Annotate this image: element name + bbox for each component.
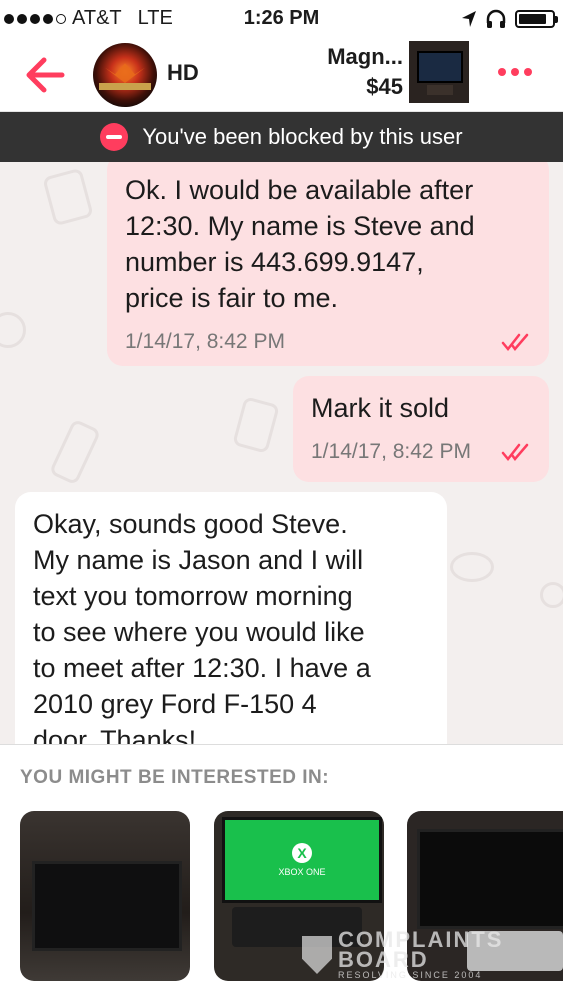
message-timestamp: 1/14/17, 8:42 PM [125, 330, 285, 353]
message-line: text you tomorrow morning [33, 581, 353, 611]
background-doodle [0, 312, 26, 348]
item-photo [417, 829, 563, 929]
item-photo: XBOX ONE [222, 817, 382, 903]
message-line: to meet after 12:30. I have a [33, 653, 371, 683]
chat-thread[interactable]: Ok. I would be available after 12:30. My… [0, 162, 563, 744]
message-line: Mark it sold [311, 393, 450, 423]
blocked-icon [100, 123, 129, 151]
watermark-logo: COMPLAINTS BOARD RESOLVING SINCE 2004 [302, 929, 503, 980]
background-doodle [450, 552, 494, 582]
item-photo [32, 861, 182, 951]
status-bar: AT&T LTE 1:26 PM [0, 0, 563, 38]
background-doodle [42, 167, 94, 227]
message-bubble-incoming[interactable]: Okay, sounds good Steve. My name is Jaso… [15, 492, 447, 744]
suggested-item-card[interactable] [20, 811, 190, 981]
battery-icon [515, 10, 558, 28]
xbox-logo-icon [292, 843, 312, 863]
back-arrow-icon[interactable] [22, 52, 68, 98]
message-line: 2010 grey Ford F-150 4 [33, 689, 317, 719]
message-line: door. Thanks! [33, 725, 197, 744]
message-line: 12:30. My name is Steve and [125, 211, 475, 241]
conversation-header: HD Magn... $45 [0, 38, 563, 112]
location-arrow-icon [462, 11, 476, 27]
xbox-label: XBOX ONE [278, 867, 326, 877]
message-line: number is 443.699.9147, [125, 247, 424, 277]
message-line: My name is Jason and I will [33, 545, 364, 575]
user-avatar[interactable] [93, 43, 157, 107]
blocked-text: You've been blocked by this user [142, 124, 463, 149]
blocked-banner: You've been blocked by this user [0, 112, 563, 162]
message-line: price is fair to me. [125, 283, 339, 313]
suggestions-title: YOU MIGHT BE INTERESTED IN: [20, 767, 330, 788]
item-price: $45 [366, 74, 403, 99]
read-receipt-icon [501, 443, 529, 461]
background-doodle [232, 396, 280, 454]
headphones-icon [486, 9, 506, 28]
item-thumbnail[interactable] [409, 41, 469, 103]
more-options-icon[interactable] [498, 68, 532, 76]
message-timestamp: 1/14/17, 8:42 PM [311, 440, 471, 463]
user-name[interactable]: HD [167, 60, 199, 86]
message-bubble-outgoing[interactable]: Mark it sold 1/14/17, 8:42 PM [293, 376, 549, 482]
background-doodle [540, 582, 563, 608]
message-line: Okay, sounds good Steve. [33, 509, 348, 539]
message-line: to see where you would like [33, 617, 365, 647]
shield-icon [302, 936, 332, 974]
item-title[interactable]: Magn... [327, 44, 403, 70]
message-bubble-outgoing[interactable]: Ok. I would be available after 12:30. My… [107, 162, 549, 366]
watermark-tagline: RESOLVING SINCE 2004 [338, 970, 483, 980]
background-doodle [48, 418, 102, 486]
read-receipt-icon [501, 333, 529, 351]
message-meta: 1/14/17, 8:42 PM [125, 324, 531, 360]
message-line: Ok. I would be available after [125, 175, 474, 205]
status-right [461, 9, 558, 29]
message-meta: 1/14/17, 8:42 PM [311, 434, 531, 470]
watermark-line2: BOARD [338, 947, 429, 972]
